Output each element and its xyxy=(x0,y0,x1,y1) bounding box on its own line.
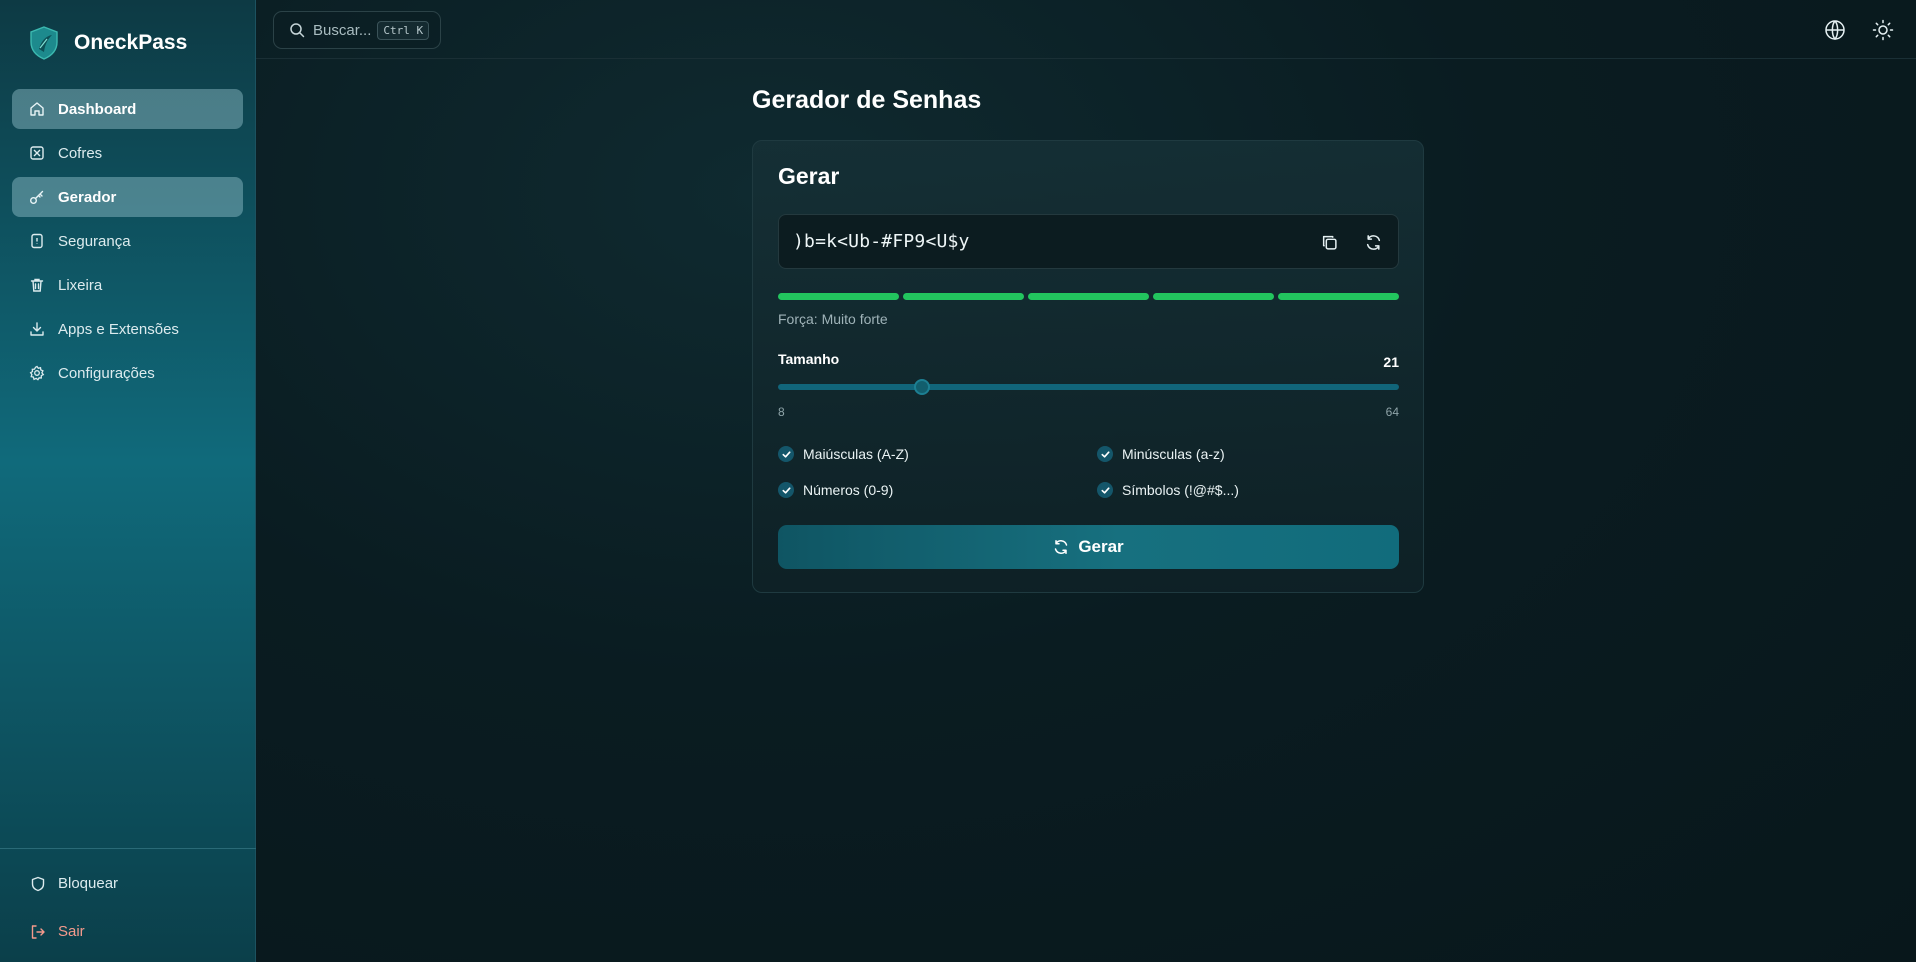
lock-button[interactable]: Bloquear xyxy=(30,875,118,892)
topbar: Buscar... Ctrl K xyxy=(256,0,1916,59)
sidebar-item-lixeira[interactable]: Lixeira xyxy=(12,265,243,305)
trash-icon xyxy=(30,278,44,292)
checkbox-uppercase[interactable] xyxy=(778,446,794,462)
option-label: Minúsculas (a-z) xyxy=(1122,446,1225,462)
download-icon xyxy=(30,322,44,336)
strength-meter xyxy=(778,293,1399,300)
size-value: 21 xyxy=(1383,354,1399,370)
slider-max-label: 64 xyxy=(1385,405,1399,419)
check-icon xyxy=(781,486,791,494)
generate-button-label: Gerar xyxy=(1078,537,1124,556)
settings-icon xyxy=(29,365,45,381)
size-label: Tamanho xyxy=(778,351,840,367)
password-field[interactable]: )b=k<Ub-#FP9<U$y xyxy=(778,214,1399,269)
checkbox-lowercase[interactable] xyxy=(1097,446,1113,462)
sun-icon[interactable] xyxy=(1872,19,1894,41)
refresh-icon xyxy=(1055,540,1068,554)
sidebar-item-configuracoes[interactable]: Configurações xyxy=(12,353,243,393)
sidebar-item-seguranca[interactable]: Segurança xyxy=(12,221,243,261)
search-shortcut-badge: Ctrl K xyxy=(377,20,430,40)
length-slider[interactable] xyxy=(778,379,1399,395)
sidebar-item-label: Cofres xyxy=(58,144,103,162)
sidebar-item-apps[interactable]: Apps e Extensões xyxy=(12,309,243,349)
option-lowercase[interactable]: Minúsculas (a-z) xyxy=(1097,446,1225,462)
search-placeholder: Buscar... xyxy=(313,21,372,39)
generator-card: Gerar )b=k<Ub-#FP9<U$y Força: Muito fort… xyxy=(752,140,1424,593)
security-icon xyxy=(31,233,43,249)
generate-button[interactable]: Gerar xyxy=(778,525,1399,569)
sidebar-item-label: Segurança xyxy=(58,232,131,250)
search-icon xyxy=(290,23,305,38)
strength-segment xyxy=(1278,293,1399,300)
sidebar-item-label: Lixeira xyxy=(58,276,103,294)
lock-label: Bloquear xyxy=(58,875,119,892)
checkbox-symbols[interactable] xyxy=(1097,482,1113,498)
sidebar-item-label: Apps e Extensões xyxy=(58,320,179,338)
sidebar-footer: Bloquear Sair xyxy=(0,848,256,940)
slider-min-label: 8 xyxy=(778,405,785,419)
option-label: Números (0-9) xyxy=(803,482,894,498)
sidebar-item-label: Configurações xyxy=(58,364,155,382)
strength-segment xyxy=(1153,293,1274,300)
generated-password[interactable]: )b=k<Ub-#FP9<U$y xyxy=(793,231,970,252)
refresh-icon xyxy=(1366,234,1380,250)
slider-thumb[interactable] xyxy=(914,379,931,395)
sidebar-item-label: Dashboard xyxy=(58,100,137,118)
logout-icon xyxy=(31,924,45,939)
globe-icon[interactable] xyxy=(1824,19,1846,41)
app-name: OneckPass xyxy=(74,31,188,54)
vault-icon xyxy=(30,146,44,160)
shield-icon xyxy=(31,876,45,891)
strength-segment xyxy=(1028,293,1149,300)
strength-label: Força: Muito forte xyxy=(778,311,888,327)
brand[interactable]: OneckPass xyxy=(28,26,187,60)
check-icon xyxy=(781,450,791,458)
option-label: Maiúsculas (A-Z) xyxy=(803,446,909,462)
strength-segment xyxy=(778,293,899,300)
copy-icon xyxy=(1322,235,1337,250)
option-label: Símbolos (!@#$...) xyxy=(1122,482,1239,498)
home-icon xyxy=(30,102,44,116)
sidebar-item-cofres[interactable]: Cofres xyxy=(12,133,243,173)
copy-button[interactable] xyxy=(1318,231,1340,253)
sidebar-item-label: Gerador xyxy=(58,188,117,206)
page-title: Gerador de Senhas xyxy=(752,86,982,114)
checkbox-numbers[interactable] xyxy=(778,482,794,498)
option-symbols[interactable]: Símbolos (!@#$...) xyxy=(1097,482,1239,498)
sidebar-nav: Dashboard Cofres Gerador Segurança Lixei… xyxy=(12,89,243,397)
check-icon xyxy=(1100,450,1110,458)
sidebar-item-gerador[interactable]: Gerador xyxy=(12,177,243,217)
card-title: Gerar xyxy=(778,163,840,189)
regenerate-button[interactable] xyxy=(1362,231,1384,253)
check-icon xyxy=(1100,486,1110,494)
strength-segment xyxy=(903,293,1024,300)
sidebar: OneckPass Dashboard Cofres Gerador Segur… xyxy=(0,0,256,962)
key-icon xyxy=(30,190,44,204)
option-uppercase[interactable]: Maiúsculas (A-Z) xyxy=(778,446,909,462)
logout-button[interactable]: Sair xyxy=(30,923,85,940)
search-input[interactable]: Buscar... Ctrl K xyxy=(273,11,441,49)
logout-label: Sair xyxy=(58,923,85,940)
shield-logo-icon xyxy=(30,26,58,60)
sidebar-item-dashboard[interactable]: Dashboard xyxy=(12,89,243,129)
option-numbers[interactable]: Números (0-9) xyxy=(778,482,893,498)
